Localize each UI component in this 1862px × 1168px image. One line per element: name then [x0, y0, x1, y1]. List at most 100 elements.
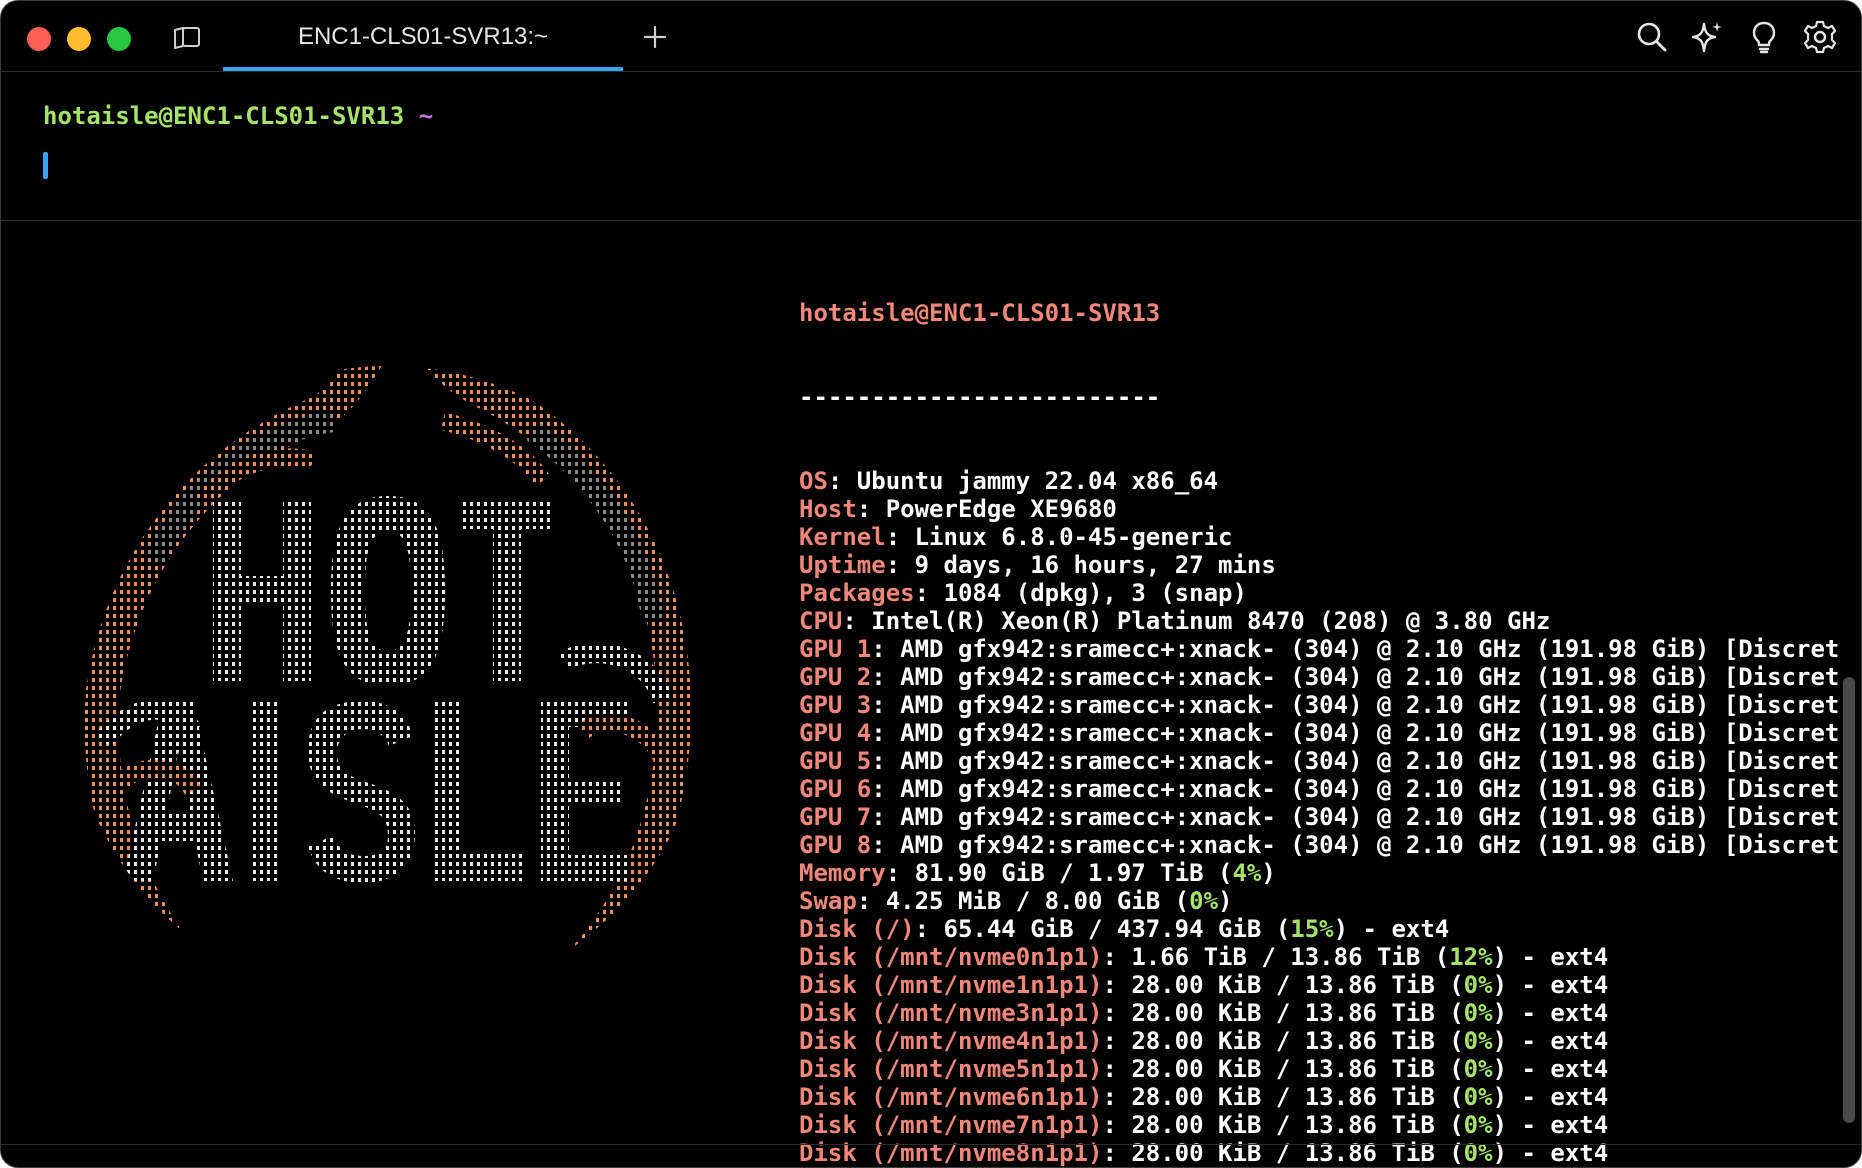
sysinfo-value: : 28.00 KiB / 13.86 TiB ( [1102, 1055, 1464, 1083]
sysinfo-suffix: ) - ext4 [1492, 1083, 1609, 1111]
terminal-window: ENC1-CLS01-SVR13:~ hotaisle@ENC1-CLS01-S… [0, 0, 1862, 1168]
new-tab-plus-icon[interactable] [639, 21, 671, 53]
sysinfo-key: Disk (/mnt/nvme0n1p1) [799, 943, 1103, 971]
sysinfo-line: GPU 6: AMD gfx942:sramecc+:xnack- (304) … [799, 775, 1839, 803]
sysinfo-key: Disk (/) [799, 915, 915, 943]
sysinfo-line: Disk (/mnt/nvme6n1p1): 28.00 KiB / 13.86… [799, 1083, 1839, 1111]
sysinfo-value: : 1.66 TiB / 13.86 TiB ( [1102, 943, 1450, 971]
sysinfo-key: GPU 5 [799, 747, 872, 775]
sysinfo-value: : 28.00 KiB / 13.86 TiB ( [1102, 1027, 1464, 1055]
sysinfo-line: Disk (/mnt/nvme0n1p1): 1.66 TiB / 13.86 … [799, 943, 1839, 971]
sysinfo-value: : Intel(R) Xeon(R) Platinum 8470 (208) @… [842, 607, 1551, 635]
sysinfo-value: : PowerEdge XE9680 [856, 495, 1117, 523]
sysinfo-value: : AMD gfx942:sramecc+:xnack- (304) @ 2.1… [871, 747, 1840, 775]
sysinfo-suffix: ) - ext4 [1333, 915, 1450, 943]
sysinfo-suffix: ) - ext4 [1492, 999, 1609, 1027]
sysinfo-value: : 28.00 KiB / 13.86 TiB ( [1102, 1083, 1464, 1111]
sysinfo-suffix: ) - ext4 [1492, 1027, 1609, 1055]
sysinfo-value: : 28.00 KiB / 13.86 TiB ( [1102, 971, 1464, 999]
sysinfo-suffix: ) - ext4 [1492, 1111, 1609, 1139]
sysinfo-key: GPU 4 [799, 719, 872, 747]
command-output-block: hotaisle@ENC1-CLS01-SVR13 --------------… [1, 221, 1861, 1167]
prompt-block[interactable]: hotaisle@ENC1-CLS01-SVR13 ~ [1, 72, 1861, 221]
sysinfo-line: Uptime: 9 days, 16 hours, 27 mins [799, 551, 1839, 579]
sidebar-toggle-icon[interactable] [171, 25, 203, 51]
sysinfo-value: : AMD gfx942:sramecc+:xnack- (304) @ 2.1… [871, 663, 1840, 691]
sysinfo-suffix: ) [1261, 859, 1276, 887]
sysinfo-key: Memory [799, 859, 886, 887]
sysinfo-line: Kernel: Linux 6.8.0-45-generic [799, 523, 1839, 551]
zoom-window-button[interactable] [107, 27, 131, 51]
sysinfo-value: : 81.90 GiB / 1.97 TiB ( [885, 859, 1233, 887]
sysinfo-line: GPU 7: AMD gfx942:sramecc+:xnack- (304) … [799, 803, 1839, 831]
sysinfo-line: GPU 5: AMD gfx942:sramecc+:xnack- (304) … [799, 747, 1839, 775]
sysinfo-key: Uptime [799, 551, 886, 579]
sysinfo-value: : Ubuntu jammy 22.04 x86_64 [827, 467, 1219, 495]
sysinfo-suffix: ) - ext4 [1492, 943, 1609, 971]
tab-active-indicator [223, 67, 623, 71]
sysinfo-line: GPU 3: AMD gfx942:sramecc+:xnack- (304) … [799, 691, 1839, 719]
sysinfo-percent: 0% [1463, 999, 1493, 1027]
sysinfo-key: GPU 7 [799, 803, 872, 831]
lightbulb-icon[interactable] [1747, 20, 1781, 54]
sysinfo-key: Packages [799, 579, 915, 607]
sysinfo-value: : AMD gfx942:sramecc+:xnack- (304) @ 2.1… [871, 831, 1840, 859]
tab-title: ENC1-CLS01-SVR13:~ [297, 23, 549, 50]
sysinfo-line: Disk (/mnt/nvme4n1p1): 28.00 KiB / 13.86… [799, 1027, 1839, 1055]
sysinfo-percent: 15% [1290, 915, 1334, 943]
sparkle-icon[interactable] [1691, 20, 1725, 54]
sysinfo-key: Disk (/mnt/nvme6n1p1) [799, 1083, 1103, 1111]
sysinfo-percent: 0% [1463, 1027, 1493, 1055]
sysinfo-separator: ------------------------- [799, 383, 1161, 411]
hot-aisle-ascii-logo [84, 366, 691, 1006]
sysinfo-header-text: hotaisle@ENC1-CLS01-SVR13 [799, 299, 1161, 327]
sysinfo-percent: 4% [1232, 859, 1262, 887]
sysinfo-key: GPU 8 [799, 831, 872, 859]
sysinfo-line: Swap: 4.25 MiB / 8.00 GiB (0%) [799, 887, 1839, 915]
sysinfo-key: Disk (/mnt/nvme1n1p1) [799, 971, 1103, 999]
sysinfo-value: : 65.44 GiB / 437.94 GiB ( [914, 915, 1291, 943]
prompt-user-host: hotaisle@ENC1-CLS01-SVR13 [43, 102, 405, 130]
close-window-button[interactable] [27, 27, 51, 51]
sysinfo-value: : 1084 (dpkg), 3 (snap) [914, 579, 1247, 607]
sysinfo-percent: 0% [1463, 1055, 1493, 1083]
sysinfo-percent: 0% [1463, 971, 1493, 999]
minimize-window-button[interactable] [67, 27, 91, 51]
sysinfo-value: : AMD gfx942:sramecc+:xnack- (304) @ 2.1… [871, 635, 1840, 663]
sysinfo-line: Memory: 81.90 GiB / 1.97 TiB (4%) [799, 859, 1839, 887]
sysinfo-key: Disk (/mnt/nvme5n1p1) [799, 1055, 1103, 1083]
sysinfo-value: : 28.00 KiB / 13.86 TiB ( [1102, 999, 1464, 1027]
system-info-panel: hotaisle@ENC1-CLS01-SVR13 --------------… [799, 243, 1839, 1167]
sysinfo-percent: 12% [1449, 943, 1493, 971]
sysinfo-value: : Linux 6.8.0-45-generic [885, 523, 1233, 551]
sysinfo-line: Host: PowerEdge XE9680 [799, 495, 1839, 523]
gear-icon[interactable] [1803, 20, 1837, 54]
sysinfo-key: Kernel [799, 523, 886, 551]
sysinfo-key: GPU 1 [799, 635, 872, 663]
sysinfo-key: GPU 3 [799, 691, 872, 719]
prompt-working-dir: ~ [418, 102, 434, 130]
sysinfo-line: Disk (/mnt/nvme7n1p1): 28.00 KiB / 13.86… [799, 1111, 1839, 1139]
bottom-divider [1, 1144, 1861, 1145]
tab-active-session[interactable]: ENC1-CLS01-SVR13:~ [223, 1, 623, 71]
sysinfo-suffix: ) [1218, 887, 1233, 915]
sysinfo-line: OS: Ubuntu jammy 22.04 x86_64 [799, 467, 1839, 495]
sysinfo-suffix: ) - ext4 [1492, 1055, 1609, 1083]
sysinfo-value: : 9 days, 16 hours, 27 mins [885, 551, 1276, 579]
sysinfo-key: OS [799, 467, 828, 495]
text-cursor [43, 152, 48, 179]
sysinfo-lines: OS: Ubuntu jammy 22.04 x86_64 Host: Power… [799, 467, 1839, 1167]
sysinfo-value: : AMD gfx942:sramecc+:xnack- (304) @ 2.1… [871, 691, 1840, 719]
sysinfo-key: GPU 6 [799, 775, 872, 803]
sysinfo-line: Disk (/mnt/nvme3n1p1): 28.00 KiB / 13.86… [799, 999, 1839, 1027]
sysinfo-line: GPU 8: AMD gfx942:sramecc+:xnack- (304) … [799, 831, 1839, 859]
sysinfo-percent: 0% [1189, 887, 1219, 915]
sysinfo-line: GPU 2: AMD gfx942:sramecc+:xnack- (304) … [799, 663, 1839, 691]
search-icon[interactable] [1635, 20, 1669, 54]
vertical-scrollbar[interactable] [1843, 677, 1855, 1123]
sysinfo-value: : 4.25 MiB / 8.00 GiB ( [856, 887, 1190, 915]
sysinfo-percent: 0% [1463, 1111, 1493, 1139]
sysinfo-key: Disk (/mnt/nvme4n1p1) [799, 1027, 1103, 1055]
sysinfo-key: Disk (/mnt/nvme3n1p1) [799, 999, 1103, 1027]
shell-prompt: hotaisle@ENC1-CLS01-SVR13 ~ [43, 102, 433, 130]
